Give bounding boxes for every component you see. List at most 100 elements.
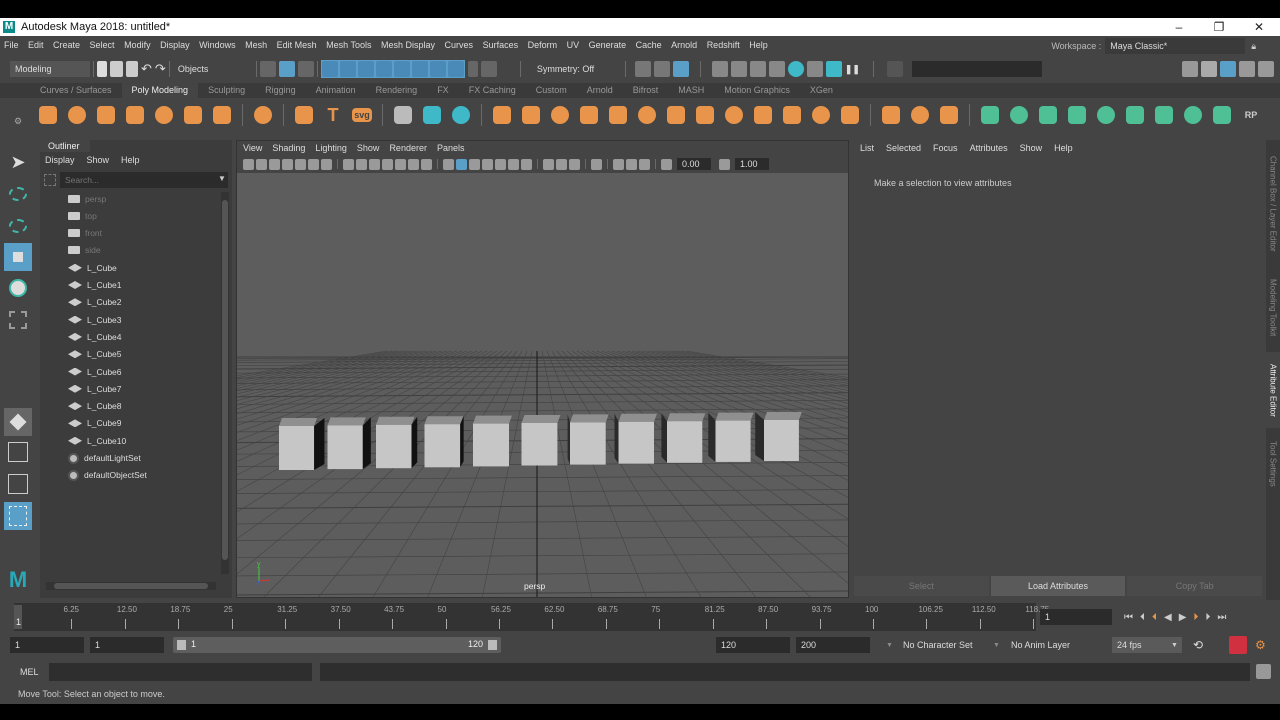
cube-mesh[interactable]	[521, 415, 561, 466]
outliner-tab[interactable]: Outliner	[40, 140, 90, 152]
anti-aliasing-icon[interactable]	[556, 158, 567, 170]
redshift-rp-icon[interactable]: RP	[1239, 104, 1263, 126]
poly-disc-icon[interactable]	[210, 104, 234, 126]
quad-draw-icon[interactable]	[937, 104, 961, 126]
menu-edit-mesh[interactable]: Edit Mesh	[277, 40, 317, 50]
scrollbar-thumb[interactable]	[222, 200, 228, 560]
output-ops-icon[interactable]	[653, 61, 670, 77]
range-slider[interactable]: 1 120	[173, 637, 501, 653]
viewport-menu-renderer[interactable]: Renderer	[389, 143, 427, 153]
select-hierarchy-icon[interactable]	[259, 61, 276, 77]
connect-icon[interactable]	[809, 104, 833, 126]
cube-mesh[interactable]	[661, 413, 706, 463]
mirror-icon[interactable]	[391, 104, 415, 126]
film-gate-icon[interactable]	[356, 158, 367, 170]
select-tool-icon[interactable]: ➤	[4, 148, 32, 176]
textured-icon[interactable]	[482, 158, 493, 170]
render-frame-icon[interactable]	[730, 61, 747, 77]
safe-title-icon[interactable]	[421, 158, 432, 170]
paint-select-tool-icon[interactable]	[4, 212, 32, 240]
highlight-selection-icon[interactable]	[480, 61, 497, 77]
smooth-shade-icon[interactable]	[456, 158, 467, 170]
range-start-handle[interactable]	[177, 640, 186, 650]
viewport-menu-view[interactable]: View	[243, 143, 262, 153]
symmetry-dropdown[interactable]: Symmetry: Off	[531, 61, 622, 77]
scale-tool-icon[interactable]	[4, 306, 32, 334]
menu-redshift[interactable]: Redshift	[707, 40, 740, 50]
freeze-transform-icon[interactable]	[449, 104, 473, 126]
svg-icon[interactable]: svg	[350, 104, 374, 126]
modeling-toolkit-icon[interactable]	[1182, 61, 1198, 77]
menu-curves[interactable]: Curves	[445, 40, 474, 50]
gate-mask-icon[interactable]	[382, 158, 393, 170]
attr-menu-selected[interactable]: Selected	[886, 143, 921, 153]
light-editor-icon[interactable]	[825, 61, 842, 77]
uv-editor-icon[interactable]	[1210, 104, 1234, 126]
scrollbar-thumb[interactable]	[54, 583, 208, 589]
ipr-render-icon[interactable]	[749, 61, 766, 77]
outliner-horizontal-scrollbar[interactable]	[46, 582, 216, 590]
menu-mesh-tools[interactable]: Mesh Tools	[326, 40, 371, 50]
viewport-menu-shading[interactable]: Shading	[272, 143, 305, 153]
sidebar-toggle-icon[interactable]	[886, 61, 903, 77]
step-forward-frame-icon[interactable]: ⏵	[1205, 612, 1210, 623]
minimize-button[interactable]: –	[1164, 18, 1194, 36]
outliner-item-side[interactable]: side	[68, 242, 101, 259]
gamma-icon[interactable]	[719, 158, 730, 170]
shelf-tab-arnold[interactable]: Arnold	[577, 83, 623, 98]
menu-create[interactable]: Create	[53, 40, 80, 50]
separate-icon[interactable]	[519, 104, 543, 126]
lock-icon[interactable]: 🔒︎	[1251, 41, 1256, 52]
soft-select-icon[interactable]	[4, 408, 32, 436]
shelf-tab-fx[interactable]: FX	[427, 83, 459, 98]
layout-outliner-persp-icon[interactable]	[4, 502, 32, 530]
wireframe-icon[interactable]	[443, 158, 454, 170]
anim-layer-dropdown[interactable]: No Anim Layer	[1006, 637, 1088, 653]
maximize-button[interactable]: ❐	[1204, 18, 1234, 36]
menu-set-dropdown[interactable]: Modeling	[10, 61, 90, 77]
handle-mask-icon[interactable]	[321, 61, 338, 77]
load-attributes-button[interactable]: Load Attributes	[990, 576, 1126, 596]
character-controls-icon[interactable]	[1201, 61, 1217, 77]
menu-arnold[interactable]: Arnold	[671, 40, 697, 50]
viewport-menu-panels[interactable]: Panels	[437, 143, 465, 153]
hypershade-icon[interactable]	[787, 61, 804, 77]
quick-input-field[interactable]	[911, 61, 1042, 77]
tool-settings-icon[interactable]	[1239, 61, 1255, 77]
close-button[interactable]: ✕	[1244, 18, 1274, 36]
extract-icon[interactable]	[548, 104, 572, 126]
attr-menu-help[interactable]: Help	[1054, 143, 1073, 153]
side-tab-modeling-toolkit[interactable]: Modeling Toolkit	[1266, 268, 1280, 348]
channel-box-icon[interactable]	[1258, 61, 1274, 77]
script-editor-icon[interactable]	[1256, 664, 1271, 679]
poly-torus-icon[interactable]	[152, 104, 176, 126]
unfold-uv-icon[interactable]	[1123, 104, 1147, 126]
playback-start-field[interactable]: 1	[90, 637, 164, 653]
viewport-menu-lighting[interactable]: Lighting	[315, 143, 347, 153]
range-end-handle[interactable]	[488, 640, 497, 650]
rotate-tool-icon[interactable]	[4, 274, 32, 302]
exposure-field[interactable]: 0.00	[677, 158, 711, 170]
animation-start-field[interactable]: 1	[10, 637, 84, 653]
cube-mesh[interactable]	[376, 416, 418, 469]
outliner-item-l-cube10[interactable]: L_Cube10	[68, 432, 126, 449]
outliner-item-l-cube3[interactable]: L_Cube3	[68, 311, 122, 328]
play-forwards-icon[interactable]: ▶	[1179, 612, 1187, 623]
camera-select-icon[interactable]	[243, 158, 254, 170]
menu-cache[interactable]: Cache	[636, 40, 662, 50]
cylindrical-uv-icon[interactable]	[1036, 104, 1060, 126]
camera-attributes-icon[interactable]	[269, 158, 280, 170]
outliner-item-l-cube7[interactable]: L_Cube7	[68, 380, 122, 397]
outliner-item-persp[interactable]: persp	[68, 190, 106, 207]
step-back-frame-icon[interactable]: ⏴	[1140, 612, 1145, 623]
outliner-item-defaultobjectset[interactable]: defaultObjectSet	[68, 467, 147, 484]
outliner-vertical-scrollbar[interactable]	[221, 192, 229, 574]
auto-key-icon[interactable]	[1229, 636, 1247, 654]
exposure-icon[interactable]	[661, 158, 672, 170]
xray-active-icon[interactable]	[626, 158, 637, 170]
menu-mesh[interactable]: Mesh	[245, 40, 267, 50]
shelf-tab-rigging[interactable]: Rigging	[255, 83, 306, 98]
current-frame-field[interactable]: 1	[1040, 609, 1112, 625]
selection-mode-dropdown[interactable]: Objects	[172, 61, 253, 77]
extrude-icon[interactable]	[722, 104, 746, 126]
